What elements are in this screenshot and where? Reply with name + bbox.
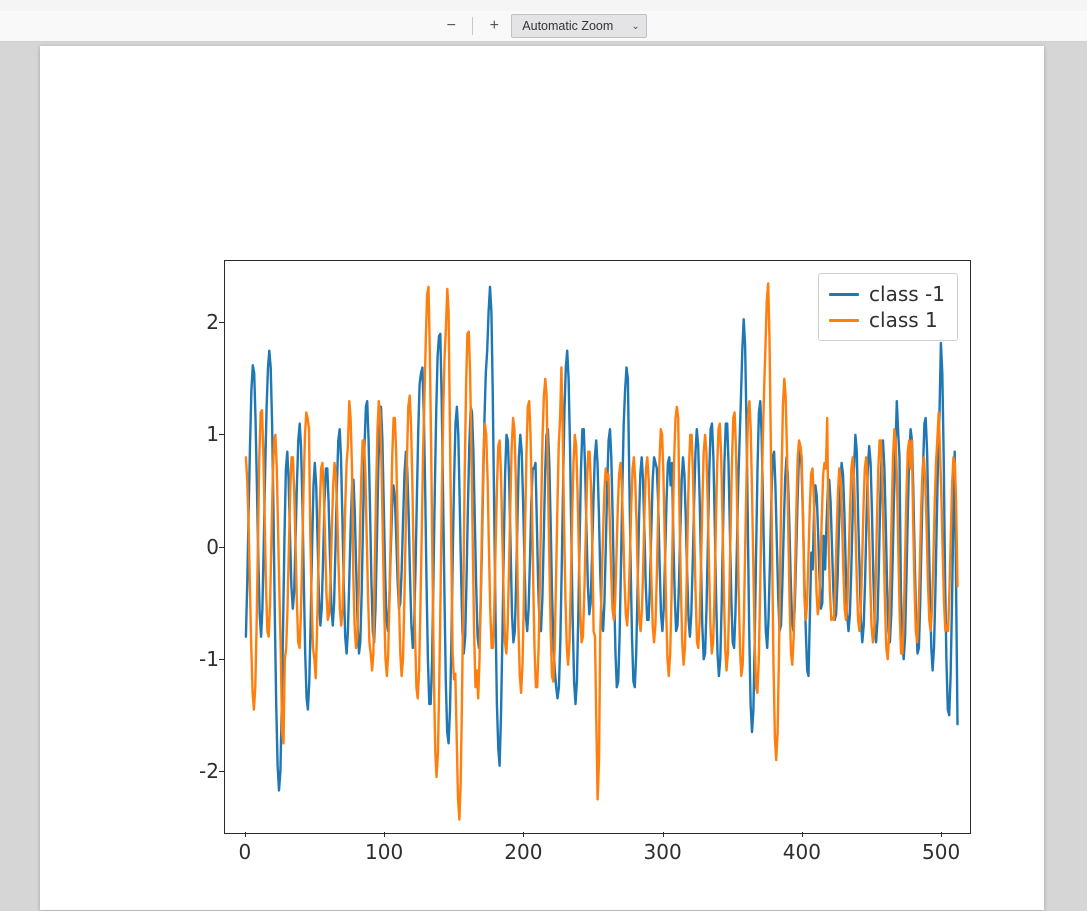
y-tick-label: -2 bbox=[179, 759, 219, 783]
pdf-viewer: − + Automatic Zoom ⌄ -2 -1 0 1 2 bbox=[0, 0, 1087, 911]
y-tick-label: 1 bbox=[179, 422, 219, 446]
y-tick-label: 0 bbox=[179, 535, 219, 559]
chevron-down-icon: ⌄ bbox=[631, 21, 639, 32]
plot-svg bbox=[225, 261, 970, 833]
x-tick-label: 300 bbox=[644, 840, 682, 864]
legend-label: class -1 bbox=[869, 281, 945, 307]
zoom-mode-select[interactable]: Automatic Zoom ⌄ bbox=[511, 14, 646, 38]
x-tick bbox=[941, 832, 942, 837]
y-tick-label: -1 bbox=[179, 647, 219, 671]
zoom-controls: − + Automatic Zoom ⌄ bbox=[440, 14, 646, 38]
x-tick-label: 0 bbox=[239, 840, 252, 864]
zoom-in-button[interactable]: + bbox=[483, 15, 505, 37]
zoom-mode-label: Automatic Zoom bbox=[522, 19, 613, 33]
chart-legend: class -1 class 1 bbox=[818, 273, 958, 341]
y-tick-label: 2 bbox=[179, 310, 219, 334]
x-tick-label: 100 bbox=[365, 840, 403, 864]
line-chart: -2 -1 0 1 2 class -1 bbox=[179, 260, 969, 900]
x-tick bbox=[802, 832, 803, 837]
plot-area: class -1 class 1 bbox=[224, 260, 971, 834]
x-tick-label: 400 bbox=[783, 840, 821, 864]
viewer-toolbar: − + Automatic Zoom ⌄ bbox=[0, 11, 1087, 42]
zoom-out-button[interactable]: − bbox=[440, 15, 462, 37]
legend-entry: class -1 bbox=[829, 281, 945, 307]
toolbar-separator bbox=[472, 17, 473, 35]
x-tick-label: 500 bbox=[922, 840, 960, 864]
legend-entry: class 1 bbox=[829, 307, 945, 333]
x-tick bbox=[384, 832, 385, 837]
document-page: -2 -1 0 1 2 class -1 bbox=[40, 46, 1044, 910]
legend-label: class 1 bbox=[869, 307, 938, 333]
page-area[interactable]: -2 -1 0 1 2 class -1 bbox=[0, 42, 1087, 911]
x-tick bbox=[523, 832, 524, 837]
x-tick-label: 200 bbox=[504, 840, 542, 864]
x-tick bbox=[663, 832, 664, 837]
x-tick bbox=[245, 832, 246, 837]
legend-swatch bbox=[829, 319, 859, 322]
legend-swatch bbox=[829, 293, 859, 296]
